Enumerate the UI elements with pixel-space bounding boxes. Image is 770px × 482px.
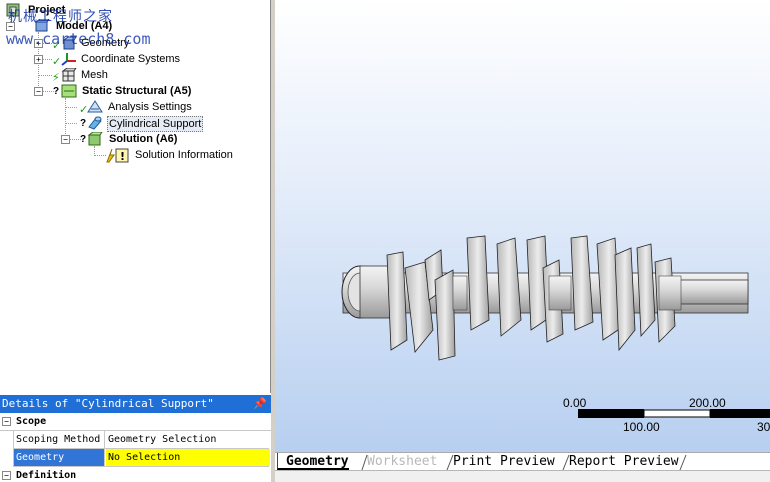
tree-item-label: Solution (A6): [109, 133, 178, 145]
collapse-icon[interactable]: −: [2, 417, 11, 426]
graphics-viewport[interactable]: 0.00 200.00 100.00 30: [275, 0, 770, 452]
collapse-icon[interactable]: −: [2, 471, 11, 480]
mesh-icon: [61, 67, 77, 82]
tree-item-label: Analysis Settings: [108, 101, 192, 113]
view-tabs: Geometry Worksheet Print Preview Report …: [275, 452, 770, 471]
coordinate-axes-icon: [61, 52, 76, 66]
status-strip: [275, 470, 770, 482]
watermark-url: www.cartech8.com: [6, 30, 151, 48]
tab-separators: [361, 454, 687, 471]
scale-label-0: 0.00: [563, 396, 587, 410]
svg-text:!: !: [120, 150, 125, 163]
analysis-settings-icon: [87, 100, 103, 114]
question-icon: ?: [80, 118, 87, 129]
tree-item-label: Coordinate Systems: [81, 53, 181, 65]
collapse-icon[interactable]: −: [34, 87, 43, 96]
details-title-text: Details of "Cylindrical Support": [2, 397, 214, 410]
collapse-icon[interactable]: −: [61, 135, 70, 144]
tree-item-label: Cylindrical Support: [107, 116, 204, 132]
tree-item-label: Static Structural (A5): [82, 85, 192, 97]
details-row-scoping-method[interactable]: Scoping Method Geometry Selection: [13, 431, 269, 449]
solution-icon: [87, 131, 103, 146]
check-icon: ✓: [52, 56, 62, 68]
outline-tree[interactable]: Project − Model (A4) + ✓ Geometry + ✓ Co…: [0, 0, 271, 393]
details-group-definition[interactable]: − Definition: [0, 467, 271, 482]
row-key: Scoping Method: [14, 431, 105, 448]
static-structural-icon: [61, 84, 77, 98]
expand-icon[interactable]: +: [34, 55, 43, 64]
scale-bar: [578, 409, 770, 418]
tree-item-label: Mesh: [81, 69, 108, 81]
cylindrical-support-icon: [87, 116, 102, 130]
question-icon: ?: [53, 86, 60, 97]
scale-label-100: 100.00: [623, 420, 660, 434]
group-label: Definition: [16, 470, 77, 481]
details-row-geometry[interactable]: Geometry No Selection: [13, 449, 270, 467]
tree-item-label: Solution Information: [135, 149, 233, 161]
details-panel-title: Details of "Cylindrical Support" 📌: [0, 395, 271, 413]
question-icon: ?: [80, 134, 87, 145]
geometry-selection-field[interactable]: No Selection: [106, 449, 270, 466]
details-group-scope[interactable]: − Scope: [0, 413, 271, 431]
scale-label-200: 200.00: [689, 396, 726, 410]
details-panel: − Scope Scoping Method Geometry Selectio…: [0, 413, 271, 482]
scoping-method-dropdown[interactable]: Geometry Selection: [106, 431, 270, 448]
watermark-title: 机械工程师之家: [8, 9, 113, 25]
solution-information-icon: !: [106, 148, 129, 163]
pin-icon[interactable]: 📌: [253, 395, 267, 413]
group-label: Scope: [16, 416, 47, 427]
crankshaft-model[interactable]: [275, 0, 770, 452]
scale-label-300: 30: [757, 420, 770, 434]
row-key: Geometry: [14, 449, 105, 466]
